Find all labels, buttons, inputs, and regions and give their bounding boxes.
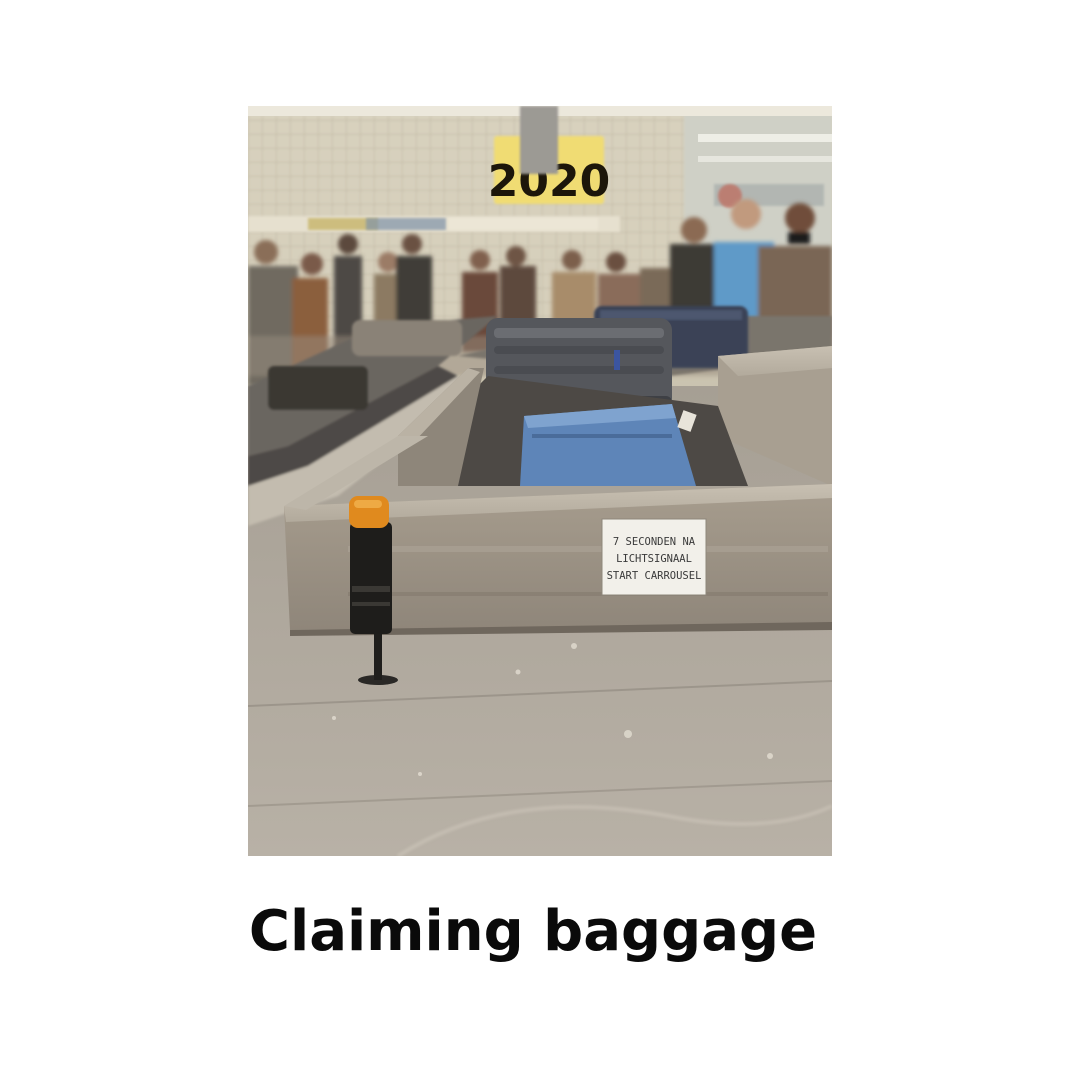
photo-illustration: 2020 7 SECONDEN NA LICHTSIGNAAL START CA… <box>248 106 832 856</box>
carousel-sign: 7 SECONDEN NA LICHTSIGNAAL START CARROUS… <box>601 518 707 596</box>
page: 2020 7 SECONDEN NA LICHTSIGNAAL START CA… <box>0 0 1080 1080</box>
sign-line-2: LICHTSIGNAAL <box>616 553 692 565</box>
caption: Claiming baggage <box>248 899 818 964</box>
sign-line-1: 7 SECONDEN NA <box>613 536 696 548</box>
sign-line-3: START CARROUSEL <box>607 570 702 582</box>
baggage-carousel-photo: 2020 7 SECONDEN NA LICHTSIGNAAL START CA… <box>248 106 832 856</box>
